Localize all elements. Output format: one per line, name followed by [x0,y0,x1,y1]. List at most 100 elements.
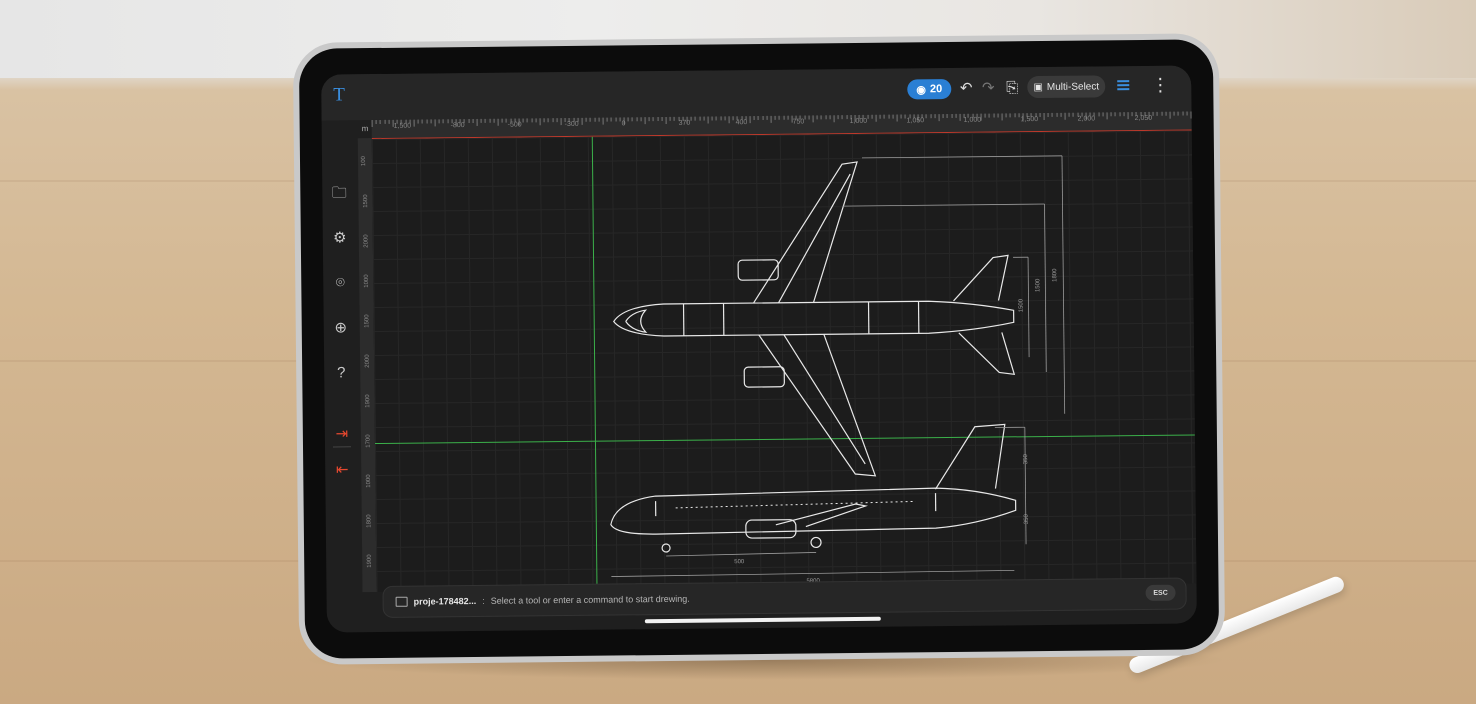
main-gear [810,536,822,549]
ruler-tick [724,116,726,121]
ruler-tick [1039,113,1041,118]
ruler-tick [640,117,642,122]
folder-icon[interactable]: 🗀 [329,183,349,203]
help-icon[interactable]: ? [331,363,351,383]
ruler-tick [749,116,751,124]
ruler-tick [1131,112,1133,117]
login-icon[interactable]: ⇤ [332,460,352,480]
ruler-tick [930,114,932,119]
ruler-tick [896,114,898,122]
app-screen: T ◉ 20 ↶ ↷ ⎘ ▣ Multi-Select ⋮ m 1,500 -80… [321,65,1197,633]
command-prompt[interactable]: Select a tool or enter a command to star… [491,594,690,606]
ruler-h-label: 2,000 [1191,114,1197,122]
ruler-tick [925,114,927,119]
ruler-tick [627,117,629,122]
ruler-tick [619,117,621,122]
page-search-icon[interactable]: ⎘ [1003,79,1021,97]
multi-select-button[interactable]: ▣ Multi-Select [1027,75,1106,99]
ruler-tick [1051,112,1053,117]
ruler-tick [606,117,608,122]
ruler-tick [661,116,663,122]
ruler-tick [384,119,386,124]
ruler-tick [934,114,936,119]
ruler-tick [1014,113,1016,118]
ruler-tick [1056,112,1058,117]
dim-label: 1500 [1035,278,1041,292]
ruler-tick [770,115,772,123]
drawing-canvas[interactable]: 1800 1500 1500 500 5800 350 350 ✕ ✎ [371,130,1197,593]
scan-icon[interactable]: ⌾ [330,273,350,293]
ruler-tick [379,119,382,124]
ruler-tick [1123,112,1125,117]
ruler-v-label: 2000 [363,234,370,248]
ruler-tick [997,113,999,118]
ruler-tick [371,120,373,128]
ruler-tick [434,119,436,127]
ruler-tick [694,116,696,121]
ruler-tick [522,118,524,123]
ruler-tick [552,118,554,123]
ruler-tick [589,117,592,122]
ruler-tick [820,115,822,120]
multi-select-icon: ▣ [1033,81,1043,93]
top-view-upper-wing [753,161,858,304]
ruler-tick [1114,112,1116,117]
undo-icon[interactable]: ↶ [957,80,975,98]
ruler-tick [875,114,877,122]
ruler-tick [1177,111,1179,116]
ruler-tick [808,115,810,120]
ruler-tick [438,119,440,124]
ruler-tick [1098,112,1100,117]
ruler-tick [447,119,449,124]
ruler-tick [476,118,478,126]
ruler-tick [787,115,789,120]
list-icon[interactable] [1117,78,1130,92]
app-logo[interactable]: T [333,84,345,106]
ruler-v-label: 1000 [363,274,371,288]
ruler-tick [778,115,780,120]
layers-count-button[interactable]: ◉ 20 [907,78,952,100]
ruler-tick [951,113,953,118]
layers-icon: ◉ [916,83,927,96]
ruler-tick [988,113,990,118]
ruler-tick [715,116,717,121]
ruler-tick [946,114,948,119]
ruler-v-label: 1900 [365,394,372,408]
ruler-tick [1127,112,1129,120]
ruler-tick [888,114,890,119]
esc-button[interactable]: ESC [1145,584,1176,601]
gear-icon[interactable]: ⚙ [330,228,350,248]
ruler-tick [1043,112,1045,121]
more-vertical-icon[interactable]: ⋮ [1151,75,1169,95]
ruler-tick [535,118,537,123]
zoom-icon[interactable]: ⊕ [331,318,351,338]
logout-icon[interactable]: ⇥ [332,424,352,444]
home-indicator[interactable] [644,616,881,624]
ruler-h-label: 1,500 [393,122,412,130]
ruler-v-label: 1500 [364,314,371,328]
ruler-tick [468,119,470,124]
side-view-tail-fin [934,423,1006,490]
ruler-tick [556,118,558,123]
project-file-name[interactable]: proje-178482... [414,596,477,607]
ruler-tick [812,115,814,123]
ruler-tick [631,117,633,122]
redo-icon[interactable]: ↷ [979,79,997,97]
ruler-tick [699,116,701,121]
ruler-v-label: 1800 [366,514,373,528]
ruler-tick [648,117,650,122]
ruler-tick [489,118,491,123]
ruler-tick [1169,111,1171,119]
ruler-tick [1106,112,1108,120]
ruler-unit: m [361,124,369,134]
ruler-tick [1156,111,1158,116]
ruler-h-label: 1,000 [849,117,868,126]
ruler-tick [484,118,487,123]
ruler-tick [581,117,583,125]
ruler-tick [657,117,659,122]
ruler-tick [720,116,722,121]
left-sidebar: 🗀 ⚙ ⌾ ⊕ ? ⇥ ⇤ [322,138,361,592]
airplane-drawing: 1800 1500 1500 500 5800 350 350 [610,155,1066,585]
ruler-h-label: 370 [678,119,691,127]
ruler-h-label: 1,050 [906,117,925,125]
